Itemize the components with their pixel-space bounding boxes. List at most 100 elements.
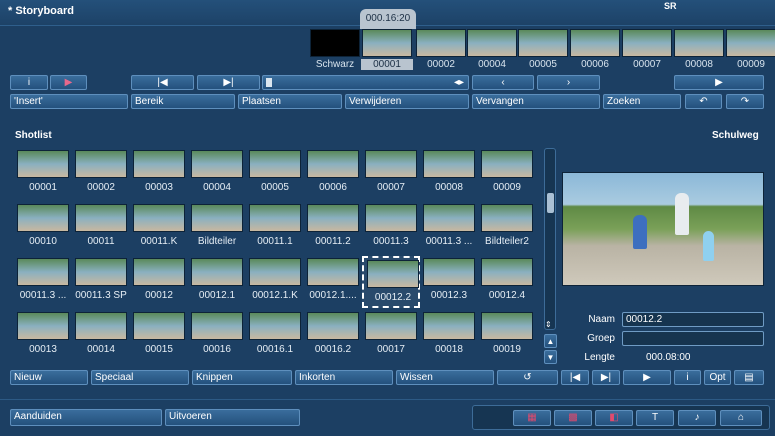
- shotlist-item[interactable]: 00012.4: [478, 256, 536, 308]
- timeline-scrollbar[interactable]: ◂▸: [262, 75, 469, 90]
- first-frame-button[interactable]: |◀: [561, 370, 589, 385]
- effects-mode-button[interactable]: ▩: [554, 410, 592, 426]
- search-button[interactable]: Zoeken: [603, 94, 681, 109]
- shotlist-item[interactable]: 00015: [130, 310, 188, 362]
- shot-thumbnail: [133, 258, 185, 286]
- shotlist-item[interactable]: 00012: [130, 256, 188, 308]
- shotlist-item[interactable]: 00001: [14, 148, 72, 200]
- name-field[interactable]: 00012.2: [622, 312, 764, 327]
- filmstrip-frame[interactable]: [310, 29, 360, 57]
- scroll-down-button[interactable]: ▼: [544, 350, 557, 364]
- home-button[interactable]: ⌂: [720, 410, 762, 426]
- shotlist-item[interactable]: 00004: [188, 148, 246, 200]
- shotlist-item[interactable]: 00012.2: [362, 256, 420, 308]
- previous-button[interactable]: ‹: [472, 75, 534, 90]
- special-button[interactable]: Speciaal: [91, 370, 189, 385]
- go-end-button[interactable]: ▶|: [197, 75, 260, 90]
- shotlist-item[interactable]: 00011.K: [130, 202, 188, 254]
- transition-mode-button[interactable]: ◧: [595, 410, 633, 426]
- shotlist-item[interactable]: 00011.3 ...: [420, 202, 478, 254]
- shotlist-item[interactable]: 00011.2: [304, 202, 362, 254]
- shotlist-item[interactable]: 00011.1: [246, 202, 304, 254]
- edit-mode-button[interactable]: ▦: [513, 410, 551, 426]
- shotlist-item[interactable]: 00011.3: [362, 202, 420, 254]
- shot-thumbnail: [423, 150, 475, 178]
- redo-button[interactable]: ↷: [726, 94, 764, 109]
- shot-label: 00011.1: [257, 236, 293, 247]
- go-start-button[interactable]: |◀: [131, 75, 194, 90]
- scroll-updown-icon[interactable]: ⇕: [545, 320, 552, 329]
- last-frame-button[interactable]: ▶|: [592, 370, 620, 385]
- shotlist-item[interactable]: 00016: [188, 310, 246, 362]
- shotlist-item[interactable]: 00017: [362, 310, 420, 362]
- undo-button[interactable]: ↶: [685, 94, 722, 109]
- clip-info-button[interactable]: i: [674, 370, 701, 385]
- shotlist-item[interactable]: 00012.1.K: [246, 256, 304, 308]
- audio-mode-button[interactable]: ♪: [678, 410, 716, 426]
- shotlist-item[interactable]: 00009: [478, 148, 536, 200]
- execute-button[interactable]: Uitvoeren: [165, 409, 300, 426]
- shotlist-item[interactable]: 00011: [72, 202, 130, 254]
- filmstrip-frame[interactable]: [416, 29, 466, 57]
- scroll-thumb[interactable]: [266, 78, 272, 87]
- shot-thumbnail: [133, 312, 185, 340]
- shotlist-item[interactable]: 00012.3: [420, 256, 478, 308]
- shotlist-item[interactable]: 00011.3 ...: [14, 256, 72, 308]
- filmstrip-label: 00007: [633, 59, 661, 70]
- filmstrip-frame[interactable]: [362, 29, 412, 57]
- shotlist-item[interactable]: 00016.2: [304, 310, 362, 362]
- shotlist-item[interactable]: Bildteiler: [188, 202, 246, 254]
- replace-button[interactable]: Vervangen: [472, 94, 600, 109]
- range-button[interactable]: Bereik: [131, 94, 235, 109]
- info-button[interactable]: i: [10, 75, 48, 90]
- filmstrip-frame[interactable]: [467, 29, 517, 57]
- shotlist-item[interactable]: 00016.1: [246, 310, 304, 362]
- shotlist-item[interactable]: 00014: [72, 310, 130, 362]
- shot-thumbnail: [75, 258, 127, 286]
- shotlist-item[interactable]: 00003: [130, 148, 188, 200]
- filmstrip-frame[interactable]: [674, 29, 724, 57]
- scroll-up-button[interactable]: ▲: [544, 334, 557, 348]
- title-mode-button[interactable]: T: [636, 410, 674, 426]
- shot-thumbnail: [365, 204, 417, 232]
- place-button[interactable]: Plaatsen: [238, 94, 342, 109]
- cut-button[interactable]: Knippen: [192, 370, 292, 385]
- print-button[interactable]: ▤: [734, 370, 764, 385]
- options-button[interactable]: Opt: [704, 370, 731, 385]
- shotlist-item[interactable]: 00002: [72, 148, 130, 200]
- shotlist-item[interactable]: 00007: [362, 148, 420, 200]
- mark-button[interactable]: Aanduiden: [10, 409, 162, 426]
- filmstrip-frame[interactable]: [622, 29, 672, 57]
- shotlist-item[interactable]: 00006: [304, 148, 362, 200]
- filmstrip-frame[interactable]: [726, 29, 775, 57]
- shotlist-item[interactable]: 00012.1: [188, 256, 246, 308]
- shotlist-item[interactable]: 00010: [14, 202, 72, 254]
- shot-label: 00001: [29, 182, 57, 193]
- group-field[interactable]: [622, 331, 764, 346]
- trim-button[interactable]: Inkorten: [295, 370, 393, 385]
- shot-label: 00013: [29, 344, 57, 355]
- delete-button[interactable]: Verwijderen: [345, 94, 469, 109]
- shotlist-scrollbar[interactable]: [544, 148, 556, 330]
- shotlist-item[interactable]: 00019: [478, 310, 536, 362]
- shotlist-item[interactable]: 00011.3 SP: [72, 256, 130, 308]
- rewind-button[interactable]: ↺: [497, 370, 558, 385]
- shot-label: 00017: [377, 344, 405, 355]
- shotlist-item[interactable]: 00008: [420, 148, 478, 200]
- shotlist-item[interactable]: 00005: [246, 148, 304, 200]
- filmstrip-frame[interactable]: [570, 29, 620, 57]
- shot-thumbnail: [17, 312, 69, 340]
- shotlist-scroll-thumb[interactable]: [547, 193, 554, 213]
- clear-button[interactable]: Wissen: [396, 370, 494, 385]
- filmstrip-frame[interactable]: [518, 29, 568, 57]
- shotlist-item[interactable]: 00012.1....: [304, 256, 362, 308]
- shotlist-item[interactable]: Bildteiler2: [478, 202, 536, 254]
- flag-button[interactable]: ▶: [50, 75, 87, 90]
- shotlist-item[interactable]: 00013: [14, 310, 72, 362]
- new-button[interactable]: Nieuw: [10, 370, 88, 385]
- play-button[interactable]: ▶: [674, 75, 764, 90]
- preview-play-button[interactable]: ▶: [623, 370, 671, 385]
- insert-mode-button[interactable]: 'Insert': [10, 94, 128, 109]
- shotlist-item[interactable]: 00018: [420, 310, 478, 362]
- next-button[interactable]: ›: [537, 75, 600, 90]
